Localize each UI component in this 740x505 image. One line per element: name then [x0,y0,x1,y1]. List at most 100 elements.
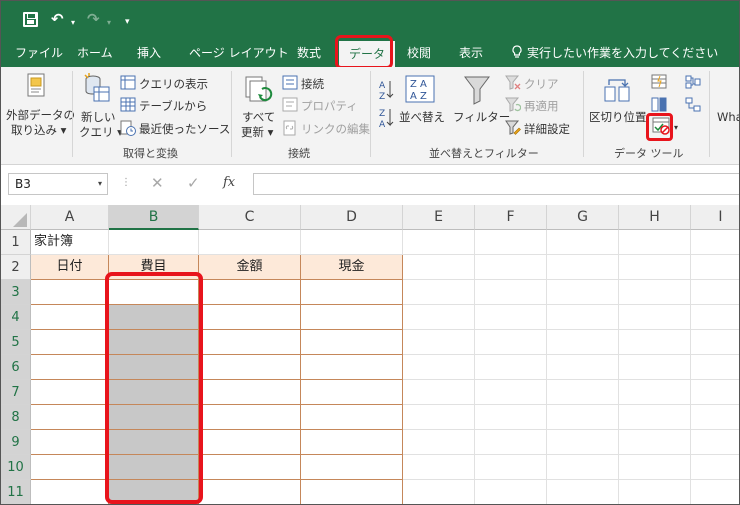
row-header-6[interactable]: 6 [1,355,31,380]
cell-g1[interactable] [547,230,619,255]
cell-b1[interactable] [109,230,199,255]
column-header-d[interactable]: D [301,205,403,230]
cell-i8[interactable] [691,405,739,430]
cell-h3[interactable] [619,280,691,305]
cell-f4[interactable] [475,305,547,330]
column-header-c[interactable]: C [199,205,301,230]
cell-i4[interactable] [691,305,739,330]
relationships-icon[interactable] [685,97,701,112]
tab-home[interactable]: ホーム [77,39,113,67]
tab-page-layout[interactable]: ページ レイアウト [189,39,289,67]
cell-h9[interactable] [619,430,691,455]
redo-dropdown-icon[interactable]: ▾ [107,14,111,32]
cell-f3[interactable] [475,280,547,305]
cell-g9[interactable] [547,430,619,455]
cell-d3[interactable] [301,280,403,305]
select-all-corner[interactable] [1,205,31,230]
cell-g6[interactable] [547,355,619,380]
row-header-5[interactable]: 5 [1,330,31,355]
cell-e1[interactable] [403,230,475,255]
cell-e6[interactable] [403,355,475,380]
cell-a9[interactable] [31,430,109,455]
cancel-icon[interactable]: ✕ [151,174,164,192]
column-header-f[interactable]: F [475,205,547,230]
cell-g2[interactable] [547,255,619,280]
cell-h11[interactable] [619,480,691,504]
column-header-b[interactable]: B [109,205,199,230]
cell-d7[interactable] [301,380,403,405]
row-header-10[interactable]: 10 [1,455,31,480]
cell-i9[interactable] [691,430,739,455]
cell-c7[interactable] [199,380,301,405]
cell-i7[interactable] [691,380,739,405]
row-header-4[interactable]: 4 [1,305,31,330]
tab-review[interactable]: 校閲 [407,39,431,67]
cell-f6[interactable] [475,355,547,380]
row-header-7[interactable]: 7 [1,380,31,405]
cell-h7[interactable] [619,380,691,405]
enter-icon[interactable]: ✓ [187,174,200,192]
cell-f8[interactable] [475,405,547,430]
cell-e9[interactable] [403,430,475,455]
cell-d8[interactable] [301,405,403,430]
cell-f1[interactable] [475,230,547,255]
cell-e3[interactable] [403,280,475,305]
row-header-8[interactable]: 8 [1,405,31,430]
cell-d1[interactable] [301,230,403,255]
cell-i6[interactable] [691,355,739,380]
tab-formulas[interactable]: 数式 [297,39,321,67]
cell-g3[interactable] [547,280,619,305]
insert-function-icon[interactable]: fx [223,175,235,190]
name-box-dropdown-icon[interactable]: ▾ [98,174,102,194]
cell-c2[interactable]: 金額 [199,255,301,280]
cell-d9[interactable] [301,430,403,455]
cell-d11[interactable] [301,480,403,504]
cell-d6[interactable] [301,355,403,380]
cell-c9[interactable] [199,430,301,455]
cell-d5[interactable] [301,330,403,355]
cell-a8[interactable] [31,405,109,430]
column-header-h[interactable]: H [619,205,691,230]
save-icon[interactable] [23,12,38,27]
column-header-g[interactable]: G [547,205,619,230]
cell-a6[interactable] [31,355,109,380]
cell-i1[interactable] [691,230,739,255]
cell-a10[interactable] [31,455,109,480]
cell-f2[interactable] [475,255,547,280]
cell-e4[interactable] [403,305,475,330]
cell-a1[interactable]: 家計簿 [31,230,109,255]
cell-e5[interactable] [403,330,475,355]
cell-g10[interactable] [547,455,619,480]
row-header-3[interactable]: 3 [1,280,31,305]
cell-i5[interactable] [691,330,739,355]
column-header-a[interactable]: A [31,205,109,230]
cell-e7[interactable] [403,380,475,405]
cell-i11[interactable] [691,480,739,504]
cell-c11[interactable] [199,480,301,504]
tab-view[interactable]: 表示 [459,39,483,67]
tell-me-box[interactable]: 実行したい作業を入力してください [511,39,718,67]
cell-e11[interactable] [403,480,475,504]
cell-h6[interactable] [619,355,691,380]
tab-file[interactable]: ファイル [15,39,63,67]
cell-c8[interactable] [199,405,301,430]
cell-d2[interactable]: 現金 [301,255,403,280]
cell-h2[interactable] [619,255,691,280]
flash-fill-icon[interactable] [651,74,667,89]
data-validation-dropdown-icon[interactable]: ▾ [674,121,678,135]
consolidate-icon[interactable] [685,74,701,89]
row-header-1[interactable]: 1 [1,230,31,255]
formula-input[interactable] [253,173,739,195]
cell-f11[interactable] [475,480,547,504]
column-header-e[interactable]: E [403,205,475,230]
cell-g11[interactable] [547,480,619,504]
cell-e10[interactable] [403,455,475,480]
cell-a4[interactable] [31,305,109,330]
cell-a5[interactable] [31,330,109,355]
row-header-9[interactable]: 9 [1,430,31,455]
cell-h10[interactable] [619,455,691,480]
cell-f5[interactable] [475,330,547,355]
remove-duplicates-icon[interactable] [651,97,667,112]
cell-i10[interactable] [691,455,739,480]
cell-c10[interactable] [199,455,301,480]
